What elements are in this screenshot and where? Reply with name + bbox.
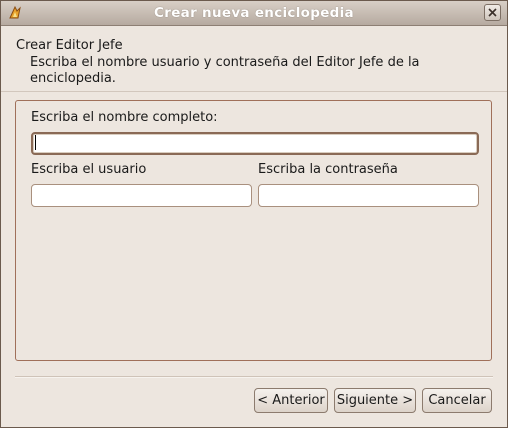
username-input[interactable] xyxy=(31,184,252,207)
full-name-label: Escriba el nombre completo: xyxy=(31,110,218,125)
next-button[interactable]: Siguiente > xyxy=(334,388,416,413)
full-name-wrapper xyxy=(31,132,479,155)
page-description: Escriba el nombre usuario y contraseña d… xyxy=(30,55,420,86)
page-title: Crear Editor Jefe xyxy=(16,38,123,53)
window-title: Crear nueva enciclopedia xyxy=(154,5,354,21)
username-label: Escriba el usuario xyxy=(31,162,147,177)
header-separator xyxy=(1,91,507,92)
cancel-button[interactable]: Cancelar xyxy=(422,388,492,413)
password-input[interactable] xyxy=(258,184,479,207)
form-frame: Escriba el nombre completo: Escriba el u… xyxy=(15,100,492,361)
full-name-input[interactable] xyxy=(31,132,479,155)
previous-button[interactable]: < Anterior xyxy=(254,388,328,413)
text-caret xyxy=(35,135,36,150)
close-icon xyxy=(488,8,497,17)
button-separator xyxy=(15,376,493,378)
password-label: Escriba la contraseña xyxy=(258,162,398,177)
wizard-window: Crear nueva enciclopedia Crear Editor Je… xyxy=(0,0,508,428)
title-bar[interactable]: Crear nueva enciclopedia xyxy=(1,1,507,26)
page-header: Crear Editor Jefe Escriba el nombre usua… xyxy=(16,37,486,87)
close-button[interactable] xyxy=(484,4,501,21)
